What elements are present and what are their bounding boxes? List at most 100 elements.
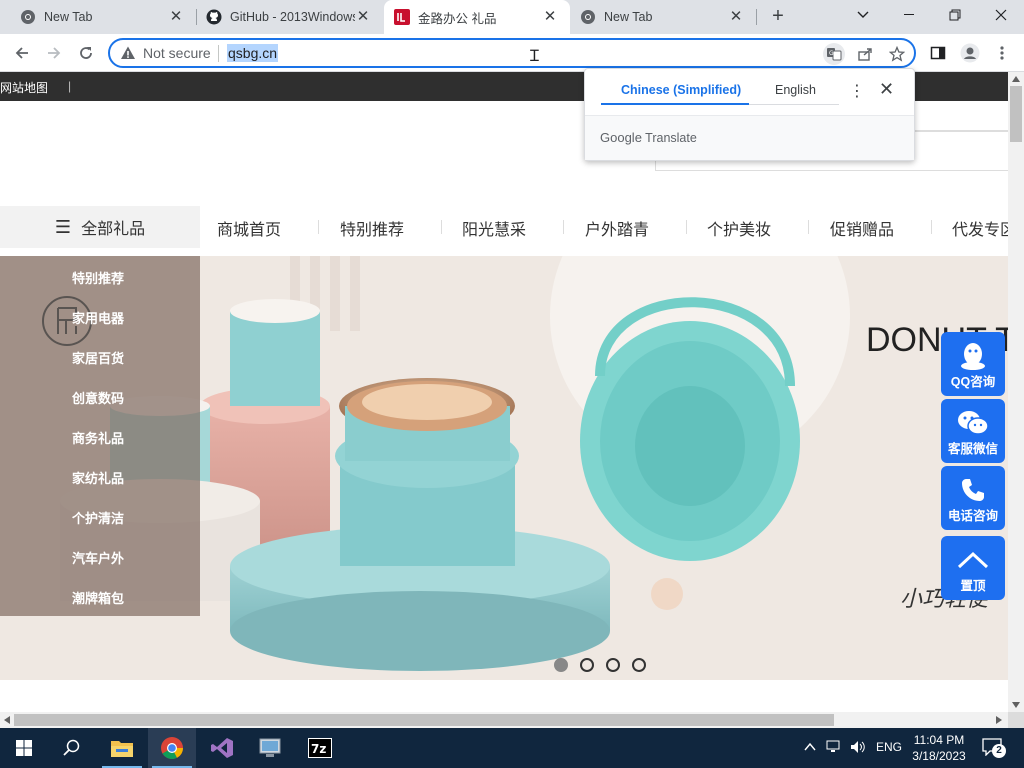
address-bar[interactable]: Not secure qsbg.cn Ɪ G — [108, 38, 916, 68]
side-menu-item[interactable]: 特别推荐 — [72, 268, 124, 287]
profile-avatar-icon[interactable] — [958, 41, 982, 65]
bookmark-star-icon[interactable] — [886, 43, 908, 65]
tab-github[interactable]: GitHub - 2013Windows ✕ — [196, 0, 383, 34]
target-language-tab[interactable]: English — [775, 83, 816, 97]
network-icon[interactable] — [826, 740, 842, 754]
side-menu-item[interactable]: 家用电器 — [72, 308, 124, 327]
scroll-right-icon[interactable] — [996, 716, 1002, 724]
taskbar-visual-studio[interactable] — [198, 728, 246, 768]
warning-icon[interactable] — [120, 45, 136, 61]
search-button[interactable] — [48, 728, 96, 768]
system-clock[interactable]: 11:04 PM 3/18/2023 — [908, 732, 970, 764]
scrollbar-corner — [1008, 712, 1024, 728]
tab-new-tab-1[interactable]: New Tab ✕ — [0, 0, 196, 34]
vertical-scroll-thumb[interactable] — [1010, 86, 1022, 142]
hero-banner[interactable]: DONUT T 小巧轻便 特别推荐 家用电器 家居百货 创意数码 商务礼品 家纺… — [0, 256, 1008, 680]
active-tab-underline — [601, 103, 749, 105]
carousel-dot-1[interactable] — [554, 658, 568, 672]
side-menu-item[interactable]: 汽车户外 — [72, 548, 124, 567]
nav-item-home[interactable]: 商城首页 — [217, 216, 281, 240]
taskbar-7zip[interactable]: 7z — [296, 728, 344, 768]
clock-date: 3/18/2023 — [912, 749, 966, 763]
volume-icon[interactable] — [850, 740, 866, 754]
computer-icon — [259, 738, 281, 757]
wechat-service-button[interactable]: 客服微信 — [941, 399, 1005, 463]
text-cursor-icon: Ɪ — [530, 48, 539, 65]
search-icon — [63, 739, 80, 756]
folder-icon — [111, 741, 133, 757]
translate-popup: Chinese (Simplified) English ⋮ ✕ Google … — [584, 68, 915, 161]
close-tab-icon[interactable]: ✕ — [355, 9, 371, 25]
tab-divider — [756, 9, 757, 25]
start-button[interactable] — [0, 728, 48, 768]
horizontal-scrollbar[interactable] — [0, 712, 1008, 728]
side-menu-item[interactable]: 家居百货 — [72, 348, 124, 367]
restore-button[interactable] — [932, 0, 978, 30]
nav-item-dropship[interactable]: 代发专区 — [952, 216, 1008, 240]
horizontal-scroll-thumb[interactable] — [14, 714, 834, 726]
chrome-icon — [20, 9, 36, 25]
nav-item-outdoor[interactable]: 户外踏青 — [585, 216, 649, 240]
more-options-icon[interactable]: ⋮ — [849, 81, 865, 101]
minimize-button[interactable] — [886, 0, 932, 30]
github-icon — [206, 9, 222, 25]
share-icon[interactable] — [854, 43, 876, 65]
side-menu-item[interactable]: 创意数码 — [72, 388, 124, 407]
scroll-down-icon[interactable] — [1012, 702, 1020, 708]
reload-button[interactable] — [74, 41, 98, 65]
tab-strip: New Tab ✕ GitHub - 2013Windows ✕ 金路办公 礼品… — [0, 0, 1024, 34]
phone-icon — [941, 472, 1005, 508]
all-categories-button[interactable]: ☰ 全部礼品 — [0, 206, 200, 248]
visual-studio-icon — [211, 738, 233, 758]
svg-text:G: G — [829, 50, 834, 57]
carousel-dot-4[interactable] — [632, 658, 646, 672]
nav-item-featured[interactable]: 特别推荐 — [340, 216, 404, 240]
close-tab-icon[interactable]: ✕ — [168, 9, 184, 25]
browser-toolbar: Not secure qsbg.cn Ɪ G — [0, 34, 1024, 72]
show-hidden-icons-icon[interactable] — [804, 742, 816, 752]
taskbar-chrome[interactable] — [148, 728, 196, 768]
side-menu-item[interactable]: 家纺礼品 — [72, 468, 124, 487]
tab-search-icon[interactable] — [840, 0, 886, 30]
vertical-scrollbar[interactable] — [1008, 72, 1024, 712]
carousel-dot-2[interactable] — [580, 658, 594, 672]
windows-taskbar: 7z ENG 11:04 PM 3/18/2023 2 — [0, 728, 1024, 768]
source-language-tab[interactable]: Chinese (Simplified) — [621, 83, 741, 97]
side-menu-item[interactable]: 个护清洁 — [72, 508, 124, 527]
scroll-left-icon[interactable] — [4, 716, 10, 724]
nav-divider — [563, 220, 564, 234]
tab-title: New Tab — [604, 10, 653, 24]
translate-icon[interactable]: G — [823, 43, 845, 65]
menu-kebab-icon[interactable] — [990, 41, 1014, 65]
url-text[interactable]: qsbg.cn — [227, 44, 279, 62]
security-status[interactable]: Not secure — [143, 45, 211, 61]
all-categories-label: 全部礼品 — [81, 221, 146, 238]
scroll-up-icon[interactable] — [1012, 76, 1020, 82]
nav-item-promo[interactable]: 促销赠品 — [830, 216, 894, 240]
forward-button[interactable] — [42, 41, 66, 65]
carousel-dot-3[interactable] — [606, 658, 620, 672]
input-language[interactable]: ENG — [876, 740, 902, 754]
new-tab-button[interactable]: + — [766, 5, 790, 29]
close-icon[interactable]: ✕ — [879, 79, 894, 100]
close-window-button[interactable] — [978, 0, 1024, 30]
phone-consult-button[interactable]: 电话咨询 — [941, 466, 1005, 530]
side-menu-item[interactable]: 潮牌箱包 — [72, 588, 124, 607]
sitemap-link[interactable]: 网站地图 — [0, 79, 48, 96]
web-page: 网站地图 | ☰ 全部礼品 商城首页 特别推荐 阳光慧采 户外踏青 个护美妆 促… — [0, 72, 1008, 712]
nav-item-sunshine[interactable]: 阳光慧采 — [462, 216, 526, 240]
side-panel-icon[interactable] — [926, 41, 950, 65]
tab-active-qsbg[interactable]: 金路办公 礼品 ✕ — [384, 0, 570, 34]
side-menu-item[interactable]: 商务礼品 — [72, 428, 124, 447]
taskbar-app[interactable] — [246, 728, 294, 768]
back-button[interactable] — [10, 41, 34, 65]
qq-consult-button[interactable]: QQ咨询 — [941, 332, 1005, 396]
tab-new-tab-2[interactable]: New Tab ✕ — [570, 0, 756, 34]
popup-footer: Google Translate — [585, 116, 914, 160]
nav-item-beauty[interactable]: 个护美妆 — [707, 216, 771, 240]
notification-center-button[interactable]: 2 — [982, 738, 1006, 758]
close-tab-icon[interactable]: ✕ — [542, 9, 558, 25]
close-tab-icon[interactable]: ✕ — [728, 9, 744, 25]
back-to-top-button[interactable]: 置顶 — [941, 536, 1005, 600]
taskbar-file-explorer[interactable] — [98, 728, 146, 768]
